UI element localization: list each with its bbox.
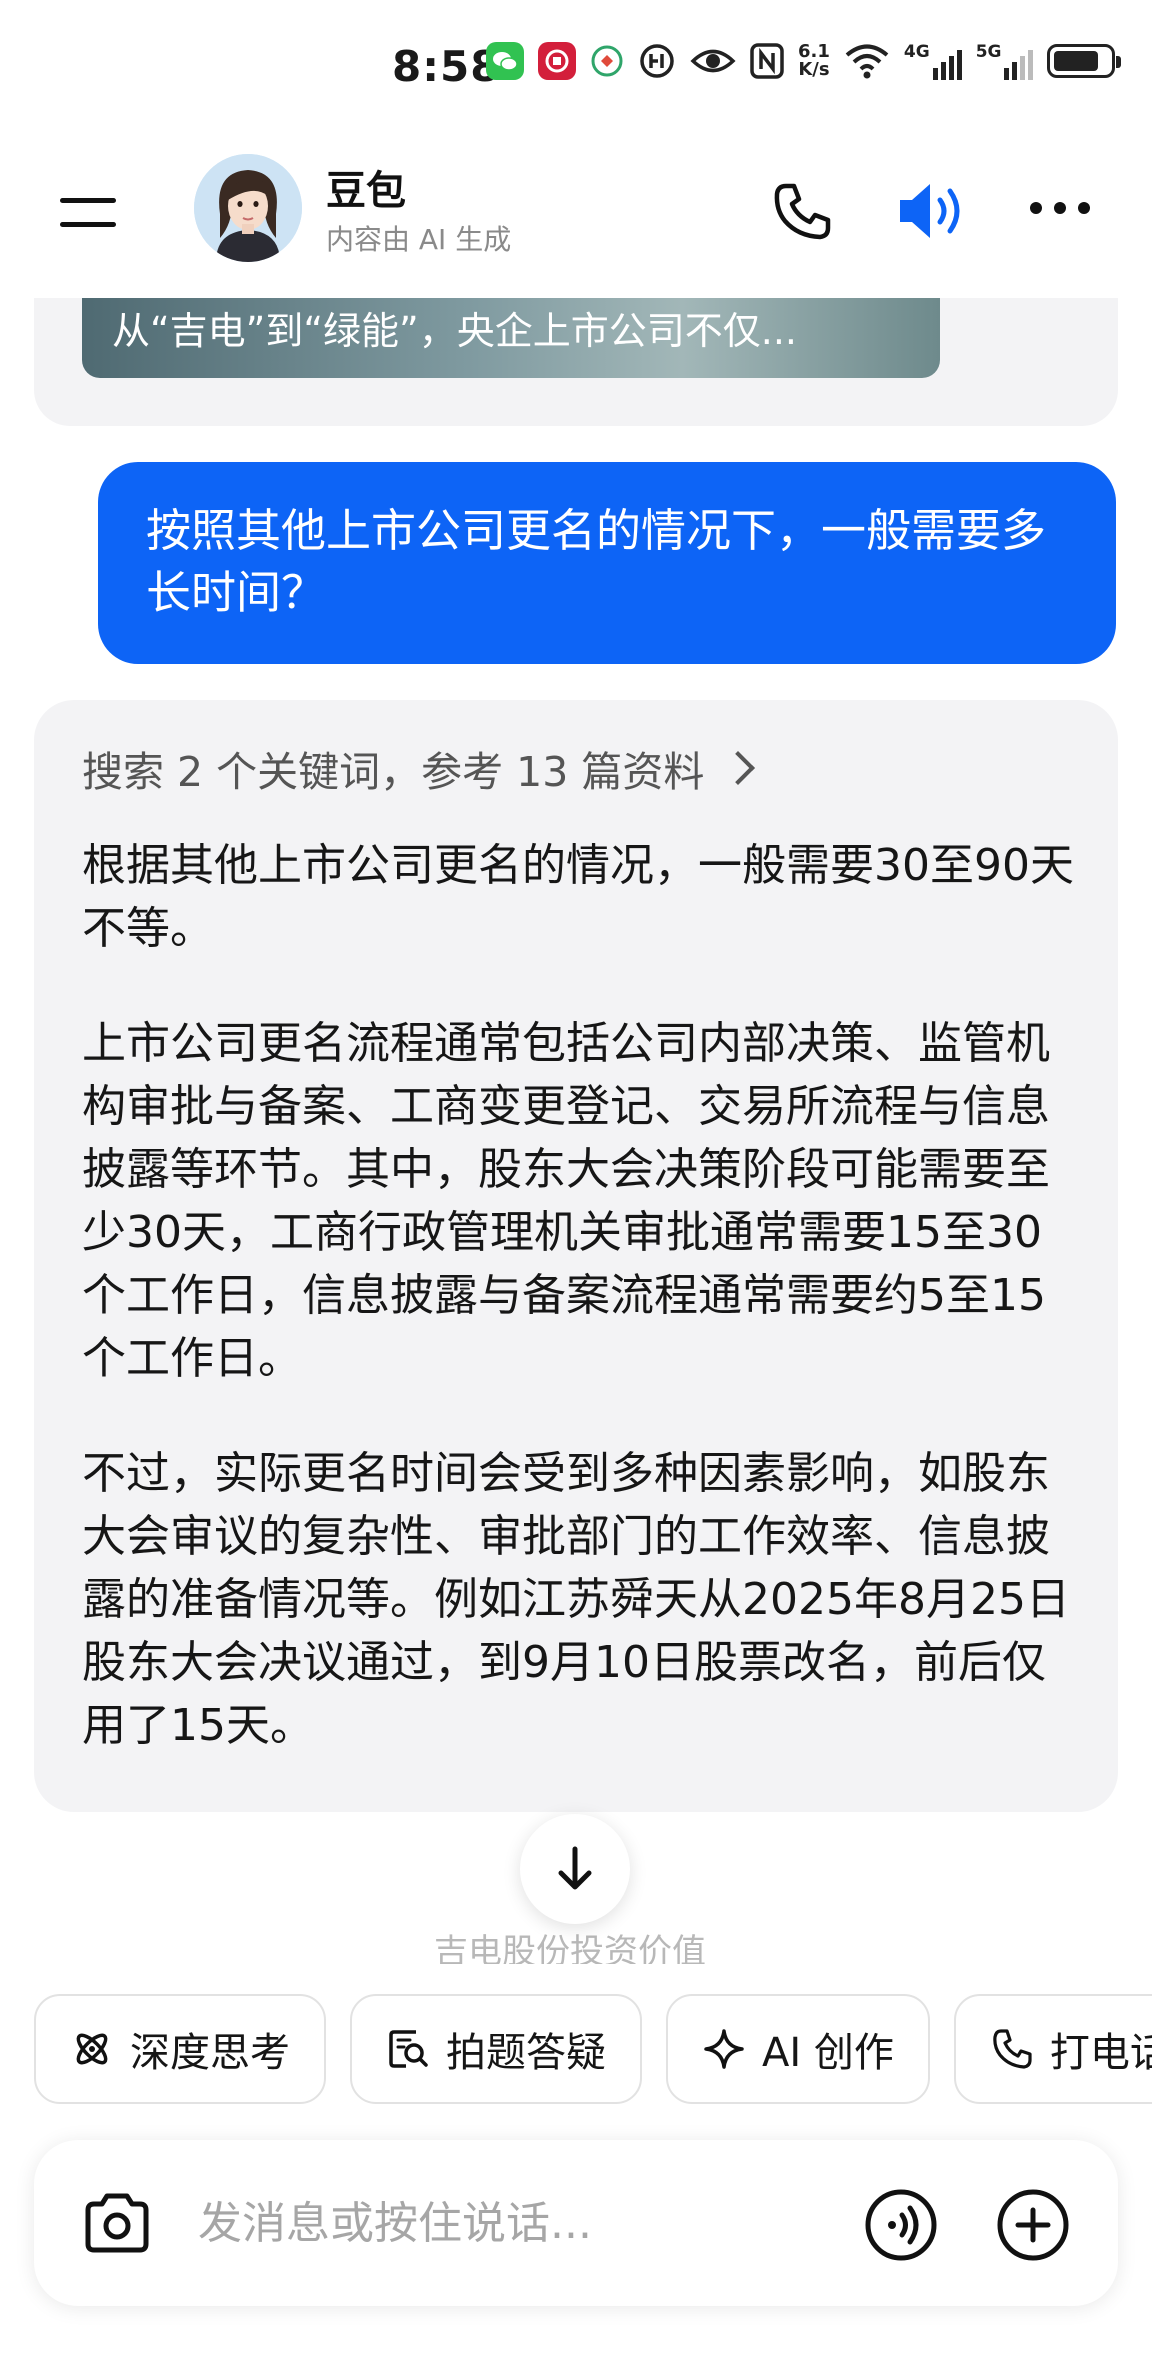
signal-4g-icon: 4G	[904, 42, 962, 80]
news-thumbnail-title: 从“吉电”到“绿能”，央企上市公司不仅...	[112, 309, 797, 353]
network-rate: 6.1 K/s	[798, 43, 830, 79]
answer-paragraph: 不过，实际更名时间会受到多种因素影响，如股东大会审议的复杂性、审批部门的工作效率…	[82, 1448, 1070, 1751]
chip-label: AI 创作	[762, 2030, 894, 2076]
menu-icon[interactable]	[56, 190, 120, 234]
user-message-bubble[interactable]: 按照其他上市公司更名的情况下，一般需要多长时间？	[98, 462, 1116, 664]
status-time: 8:58	[392, 42, 501, 91]
battery-level	[1054, 51, 1098, 71]
photo-question-icon	[389, 2030, 428, 2068]
hd-icon	[638, 42, 676, 80]
arrow-down-icon	[558, 1846, 592, 1890]
chat-header: 豆包 内容由 AI 生成	[0, 130, 1152, 298]
bank-app-icon	[538, 42, 576, 80]
wechat-icon	[486, 42, 524, 80]
search-references-link[interactable]: 搜索 2 个关键词，参考 13 篇资料	[82, 738, 756, 798]
chip-ai-creation[interactable]: AI 创作	[666, 1994, 930, 2104]
chip-label: 拍题答疑	[446, 2030, 606, 2076]
more-options-icon[interactable]	[1030, 202, 1090, 214]
camera-icon[interactable]	[80, 2186, 154, 2260]
sparkle-icon	[704, 2029, 744, 2069]
user-message-text: 按照其他上市公司更名的情况下，一般需要多长时间？	[146, 504, 1047, 619]
scroll-to-bottom-button[interactable]	[520, 1814, 630, 1924]
phone-call-icon[interactable]	[770, 180, 834, 244]
message-input-bar	[34, 2140, 1118, 2306]
news-thumbnail-card[interactable]: 从“吉电”到“绿能”，央企上市公司不仅...	[82, 296, 940, 378]
bot-name: 豆包	[326, 168, 406, 214]
signal-5g-label: 5G	[975, 42, 1002, 62]
ai-answer-card: 搜索 2 个关键词，参考 13 篇资料 根据其他上市公司更名的情况，一般需要30…	[34, 700, 1118, 1812]
chevron-right-icon	[721, 751, 756, 785]
atom-icon	[76, 2033, 108, 2065]
suggested-question[interactable]: 吉电股份投资价值	[434, 1924, 734, 1964]
plus-icon[interactable]	[996, 2188, 1070, 2262]
network-rate-unit: K/s	[798, 59, 830, 80]
signal-5g-icon: 5G	[976, 42, 1034, 80]
status-icons: 6.1 K/s 4G 5G	[486, 42, 1122, 80]
answer-body: 根据其他上市公司更名的情况，一般需要30至90天不等。 上市公司更名流程通常包括…	[82, 834, 1082, 1809]
answer-paragraph: 上市公司更名流程通常包括公司内部决策、监管机构审批与备案、工商变更登记、交易所流…	[82, 1018, 1050, 1384]
wifi-icon	[844, 42, 890, 80]
ai-generated-notice: 内容由 AI 生成	[326, 223, 512, 256]
status-bar: 8:58 6.1 K/s 4G 5G	[0, 0, 1152, 130]
search-summary: 搜索 2 个关键词，参考 13 篇资料	[82, 748, 705, 796]
chip-label: 打电话	[1049, 2030, 1152, 2076]
chip-deep-thinking[interactable]: 深度思考	[34, 1994, 326, 2104]
chip-photo-question[interactable]: 拍题答疑	[350, 1994, 642, 2104]
chip-phone-call[interactable]: 打电话	[953, 1994, 1152, 2104]
answer-paragraph: 根据其他上市公司更名的情况，一般需要30至90天不等。	[82, 840, 1074, 954]
battery-icon	[1047, 44, 1122, 78]
signal-4g-label: 4G	[903, 42, 930, 62]
quick-action-chips: 深度思考 拍题答疑 AI 创作 打电话	[34, 1994, 1152, 2104]
phone-icon	[993, 2029, 1032, 2069]
voice-call-icon[interactable]	[864, 2188, 938, 2262]
app-icon	[590, 44, 624, 78]
avatar[interactable]	[194, 154, 302, 262]
chip-label: 深度思考	[130, 2030, 290, 2076]
nfc-icon	[750, 42, 784, 80]
message-input[interactable]	[198, 2190, 838, 2256]
speaker-icon[interactable]	[896, 178, 970, 244]
eye-icon	[690, 42, 736, 80]
